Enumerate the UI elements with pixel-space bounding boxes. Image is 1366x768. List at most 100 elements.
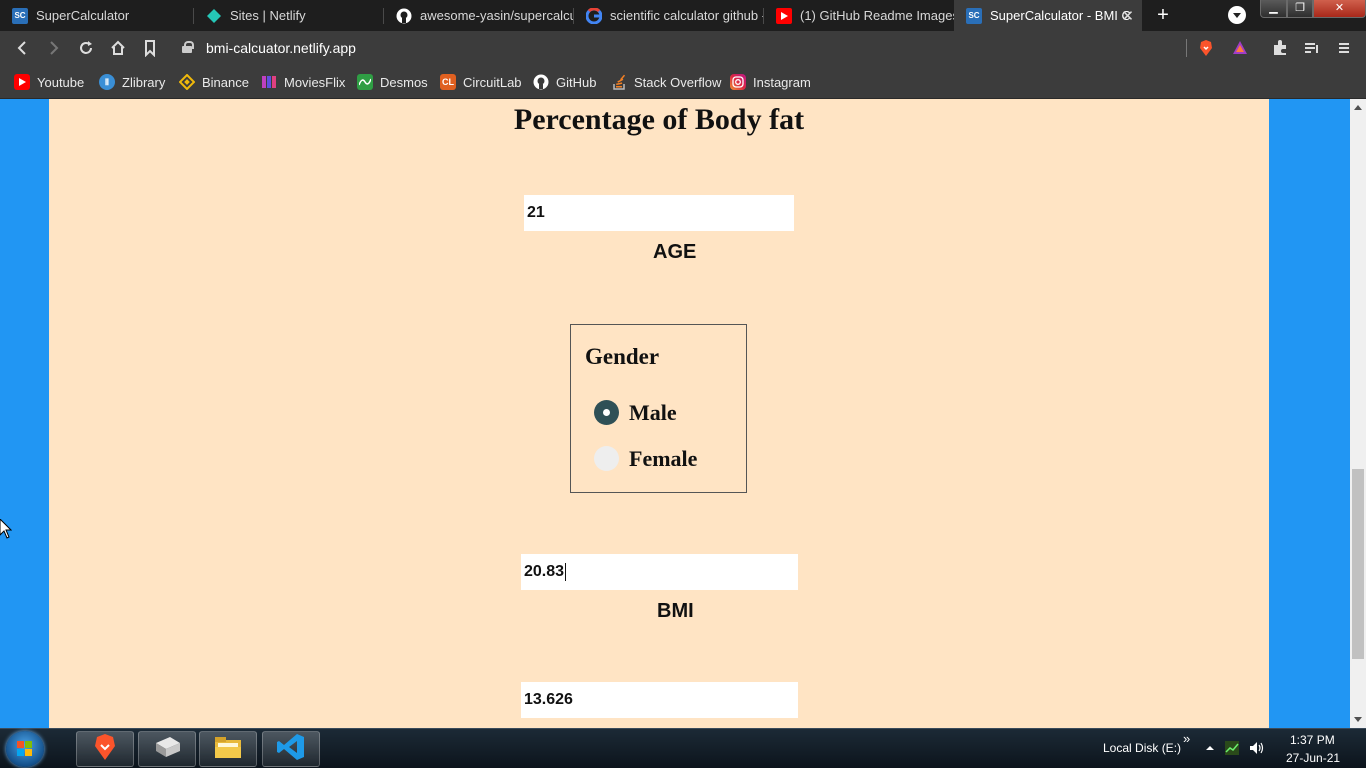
bookmark-label: CircuitLab xyxy=(463,74,522,90)
page-viewport: Percentage of Body fat 21 AGE Gender Mal… xyxy=(0,99,1350,728)
tab-title: (1) GitHub Readme Images T xyxy=(800,8,954,23)
tab-search-icon[interactable] xyxy=(1228,6,1246,24)
gender-legend: Gender xyxy=(585,344,660,369)
bookmark-zlibrary[interactable]: Ⅱ Zlibrary xyxy=(99,72,165,92)
bookmark-label: Desmos xyxy=(380,74,428,90)
forward-icon[interactable] xyxy=(45,39,63,57)
home-icon[interactable] xyxy=(109,39,127,57)
close-tab-icon[interactable]: ✕ xyxy=(1121,7,1134,25)
bookmark-label: Youtube xyxy=(37,74,85,90)
github-icon xyxy=(533,74,549,90)
tab-google-search[interactable]: scientific calculator github - ( xyxy=(574,0,764,31)
vscode-icon xyxy=(276,732,306,767)
minimize-button[interactable]: ▁ xyxy=(1260,0,1287,18)
bookmark-label: Instagram xyxy=(753,74,811,90)
tab-title: SuperCalculator - BMI C xyxy=(990,8,1131,23)
window-controls: ▁ ❐ ✕ xyxy=(1260,0,1366,18)
bmi-input[interactable]: 20.83 xyxy=(521,554,798,590)
close-window-button[interactable]: ✕ xyxy=(1313,0,1366,18)
clock-time[interactable]: 1:37 PM xyxy=(1290,733,1335,747)
bookmark-moviesflix[interactable]: MoviesFlix xyxy=(261,72,345,92)
tab-github-repo[interactable]: awesome-yasin/supercalculat xyxy=(384,0,574,31)
taskbar-file-explorer[interactable] xyxy=(199,731,257,767)
bookmark-label: MoviesFlix xyxy=(284,74,346,90)
brave-rewards-icon[interactable] xyxy=(1231,39,1249,57)
bookmark-label: Binance xyxy=(202,74,249,90)
address-bar[interactable]: bmi-calcuator.netlify.app xyxy=(172,34,1196,62)
brave-shields-icon[interactable] xyxy=(1197,39,1215,57)
show-hidden-icons-icon[interactable] xyxy=(1203,741,1217,755)
circuitlab-icon: CL xyxy=(440,74,456,90)
male-radio[interactable] xyxy=(594,400,619,425)
tab-title: awesome-yasin/supercalculat xyxy=(420,8,574,23)
body-fat-value: 13.626 xyxy=(524,691,573,708)
tab-supercalculator[interactable]: SC SuperCalculator xyxy=(0,0,194,31)
menu-icon[interactable] xyxy=(1335,39,1353,57)
volume-icon[interactable] xyxy=(1249,741,1264,755)
extensions-icon[interactable] xyxy=(1271,39,1289,57)
tab-youtube[interactable]: (1) GitHub Readme Images T xyxy=(764,0,954,31)
age-value: 21 xyxy=(527,204,545,221)
chevron-right-icon[interactable]: » xyxy=(1183,731,1190,746)
reload-icon[interactable] xyxy=(77,39,95,57)
page-scrollbar[interactable] xyxy=(1350,99,1366,728)
windows-logo-icon xyxy=(17,741,33,757)
instagram-icon xyxy=(730,74,746,90)
bookmark-label: GitHub xyxy=(556,74,597,90)
gender-fieldset: Gender Male Female xyxy=(570,324,747,493)
drive-label[interactable]: Local Disk (E:) xyxy=(1103,741,1181,755)
taskbar-brave[interactable] xyxy=(76,731,134,767)
bookmark-icon[interactable] xyxy=(141,39,159,58)
clock-date[interactable]: 27-Jun-21 xyxy=(1286,751,1340,765)
browser-toolbar: bmi-calcuator.netlify.app xyxy=(0,31,1366,65)
back-icon[interactable] xyxy=(13,39,31,57)
bmi-value: 20.83 xyxy=(524,563,565,580)
tab-title: Sites | Netlify xyxy=(230,8,306,23)
bookmark-instagram[interactable]: Instagram xyxy=(730,72,811,92)
tab-bmi-calculator[interactable]: SC SuperCalculator - BMI C ✕ xyxy=(954,0,1142,31)
taskbar-app-2[interactable] xyxy=(138,731,196,767)
start-button[interactable] xyxy=(6,731,44,767)
bookmark-label: Stack Overflow xyxy=(634,74,722,90)
age-label: AGE xyxy=(653,241,697,263)
female-label[interactable]: Female xyxy=(629,446,697,472)
youtube-icon xyxy=(14,74,30,90)
male-label[interactable]: Male xyxy=(629,400,677,426)
google-favicon-icon xyxy=(586,7,602,24)
netlify-favicon-icon xyxy=(206,8,222,24)
body-fat-result-output[interactable]: 13.626 xyxy=(521,682,798,718)
desmos-icon xyxy=(357,74,373,90)
toolbar-divider xyxy=(1186,39,1187,57)
taskbar-vscode[interactable] xyxy=(262,731,320,767)
female-radio[interactable] xyxy=(594,446,619,471)
bookmark-github[interactable]: GitHub xyxy=(533,72,596,92)
maximize-button[interactable]: ❐ xyxy=(1287,0,1313,18)
bookmark-stackoverflow[interactable]: Stack Overflow xyxy=(611,72,721,92)
bookmark-binance[interactable]: Binance xyxy=(179,72,249,92)
youtube-favicon-icon xyxy=(776,7,792,24)
bookmarks-bar: Youtube Ⅱ Zlibrary Binance MoviesFlix De… xyxy=(0,65,1366,99)
scroll-thumb[interactable] xyxy=(1352,469,1364,659)
age-input[interactable]: 21 xyxy=(524,195,794,231)
bookmark-circuitlab[interactable]: CL CircuitLab xyxy=(440,72,522,92)
new-tab-icon[interactable]: + xyxy=(1153,4,1173,26)
text-caret xyxy=(565,562,567,581)
bookmark-desmos[interactable]: Desmos xyxy=(357,72,428,92)
media-playlist-icon[interactable] xyxy=(1303,39,1321,57)
mouse-cursor-icon xyxy=(0,518,13,539)
sc-favicon-icon: SC xyxy=(12,7,28,24)
folder-icon xyxy=(213,734,243,765)
stackoverflow-icon xyxy=(611,74,627,90)
tab-netlify[interactable]: Sites | Netlify xyxy=(194,0,384,31)
network-monitor-icon[interactable] xyxy=(1225,741,1239,755)
calculator-panel: Percentage of Body fat 21 AGE Gender Mal… xyxy=(49,99,1269,728)
scroll-down-icon[interactable] xyxy=(1354,717,1362,722)
scroll-up-icon[interactable] xyxy=(1354,105,1362,110)
url-text: bmi-calcuator.netlify.app xyxy=(206,40,356,56)
sc-favicon-icon: SC xyxy=(966,7,982,24)
tab-title: scientific calculator github - ( xyxy=(610,8,764,23)
lock-icon xyxy=(182,41,194,54)
tab-title: SuperCalculator xyxy=(36,8,130,23)
bookmark-youtube[interactable]: Youtube xyxy=(14,72,84,92)
windows-taskbar: Local Disk (E:) » 1:37 PM 27-Jun-21 xyxy=(0,728,1366,768)
